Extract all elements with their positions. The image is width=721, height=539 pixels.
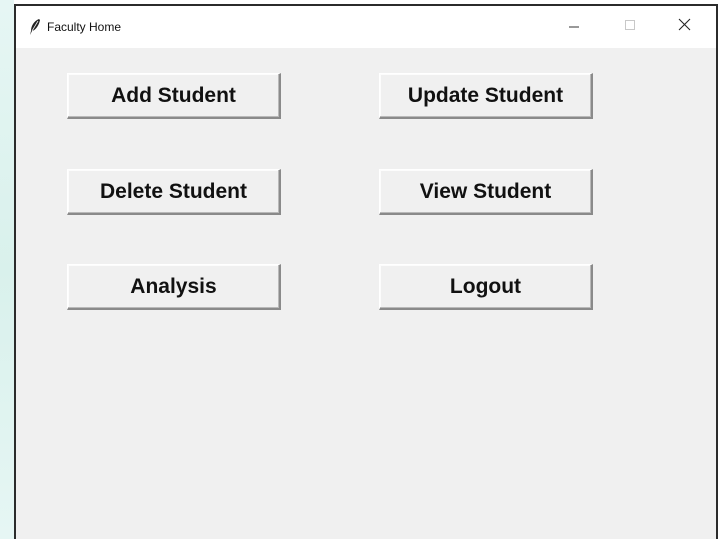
title-bar[interactable]: Faculty Home: [16, 6, 716, 48]
faculty-home-window: Faculty Home Add Student Update Student …: [14, 4, 718, 539]
add-student-button[interactable]: Add Student: [67, 73, 281, 119]
minimize-button[interactable]: [554, 14, 594, 40]
update-student-button[interactable]: Update Student: [379, 73, 593, 119]
analysis-button[interactable]: Analysis: [67, 264, 281, 310]
delete-student-button[interactable]: Delete Student: [67, 169, 281, 215]
background-decoration: [0, 0, 14, 539]
maximize-button[interactable]: [610, 14, 650, 40]
content-area: Add Student Update Student Delete Studen…: [16, 48, 716, 537]
close-button[interactable]: [664, 14, 704, 40]
window-title: Faculty Home: [47, 20, 122, 34]
view-student-button[interactable]: View Student: [379, 169, 593, 215]
feather-icon: [28, 18, 42, 36]
minimize-icon: [568, 18, 580, 36]
logout-button[interactable]: Logout: [379, 264, 593, 310]
maximize-icon: [624, 18, 636, 36]
close-icon: [678, 18, 691, 36]
